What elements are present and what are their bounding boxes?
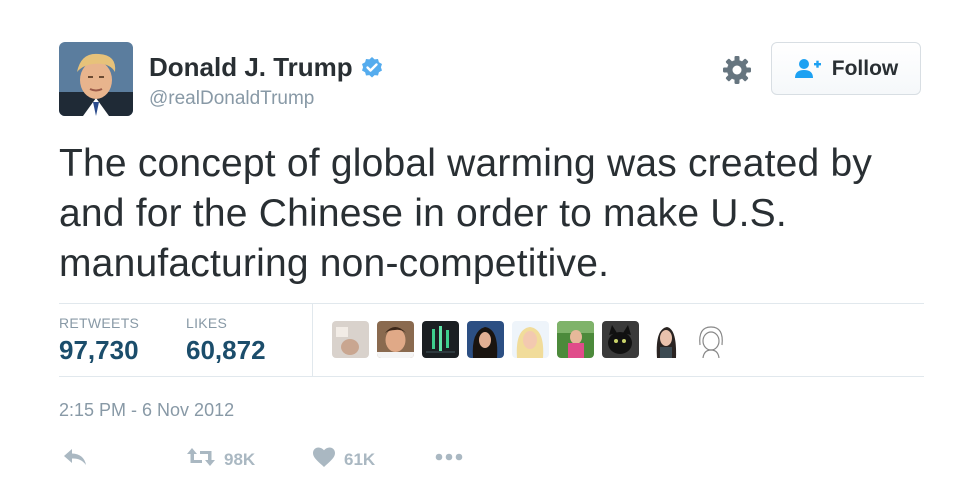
retweet-button[interactable]: 98K	[186, 446, 255, 473]
reply-button[interactable]	[62, 446, 88, 473]
likes-label: LIKES	[186, 315, 228, 331]
retweet-icon	[186, 446, 216, 473]
tweet-text: The concept of global warming was create…	[59, 142, 873, 285]
retweets-count[interactable]: 97,730	[59, 335, 139, 366]
display-name[interactable]: Donald J. Trump	[149, 52, 384, 83]
liker-avatar[interactable]	[332, 321, 369, 358]
verified-badge-icon	[360, 56, 384, 80]
like-count: 61K	[344, 449, 376, 469]
liker-avatar[interactable]	[692, 321, 729, 358]
stats-bottom-divider	[59, 376, 924, 377]
profile-avatar[interactable]	[59, 42, 133, 116]
avatar-image	[59, 42, 133, 116]
stats-top-divider	[59, 303, 924, 304]
more-button[interactable]	[434, 446, 464, 473]
likes-count[interactable]: 60,872	[186, 335, 266, 366]
more-icon	[434, 446, 464, 473]
stats-vertical-divider	[312, 304, 313, 376]
tweet-timestamp[interactable]: 2:15 PM - 6 Nov 2012	[59, 400, 234, 421]
liker-avatar[interactable]	[647, 321, 684, 358]
liker-avatar[interactable]	[557, 321, 594, 358]
liker-avatar[interactable]	[602, 321, 639, 358]
user-handle[interactable]: @realDonaldTrump	[149, 88, 314, 110]
heart-icon	[312, 446, 336, 473]
reply-icon	[62, 446, 88, 473]
display-name-text: Donald J. Trump	[149, 52, 353, 82]
liker-avatar[interactable]	[467, 321, 504, 358]
liker-avatar[interactable]	[512, 321, 549, 358]
retweets-label: RETWEETS	[59, 315, 140, 331]
add-user-icon	[794, 58, 822, 80]
follow-button-label: Follow	[831, 56, 899, 80]
like-button[interactable]: 61K	[312, 446, 375, 473]
retweet-count: 98K	[224, 449, 256, 469]
follow-button[interactable]: Follow	[771, 42, 921, 95]
likers-avatar-list	[332, 321, 729, 358]
liker-avatar[interactable]	[377, 321, 414, 358]
gear-icon[interactable]	[722, 55, 752, 85]
liker-avatar[interactable]	[422, 321, 459, 358]
